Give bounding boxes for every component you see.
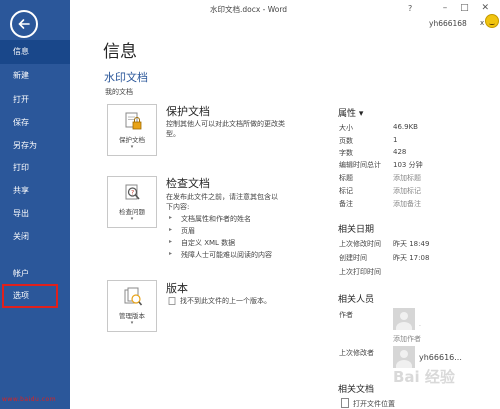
list-item: 自定义 XML 数据 xyxy=(169,238,235,248)
back-arrow-icon[interactable] xyxy=(10,10,38,38)
window-title: 水印文档.docx - Word xyxy=(210,5,288,14)
account-caret[interactable]: x xyxy=(480,19,484,27)
sidebar-item-save[interactable]: 保存 xyxy=(0,111,70,135)
arrow-left-icon xyxy=(18,19,30,29)
sidebar-item-account[interactable]: 帐户 xyxy=(0,262,70,286)
protect-document-tile-label: 保护文档 xyxy=(119,136,145,144)
chevron-down-icon: ▾ xyxy=(130,144,134,150)
manage-versions-tile-label: 管理版本 xyxy=(119,312,145,320)
prop-value-pages: 1 xyxy=(393,136,398,144)
avatar[interactable] xyxy=(485,14,499,28)
manage-versions-button[interactable]: 管理版本 ▾ xyxy=(107,280,157,332)
sidebar-item-info[interactable]: 信息 xyxy=(0,40,70,64)
date-value-modified: 昨天 18:49 xyxy=(393,240,430,248)
prop-label-pages: 页数 xyxy=(339,137,353,145)
title-bar: 水印文档.docx - Word ? – □ ✕ yh666168 x xyxy=(70,0,500,40)
properties-header[interactable]: 属性 ▾ xyxy=(338,106,363,119)
list-item: 页眉 xyxy=(169,226,195,236)
sidebar-item-open[interactable]: 打开 xyxy=(0,88,70,112)
sidebar-footer-text: www.baidu.com xyxy=(2,396,57,403)
protect-document-title: 保护文档 xyxy=(166,105,210,118)
date-label-created: 创建时间 xyxy=(339,254,367,262)
prop-value-edit-time: 103 分钟 xyxy=(393,161,423,169)
prop-value-words: 428 xyxy=(393,148,407,156)
sidebar-item-close[interactable]: 关闭 xyxy=(0,225,70,249)
help-button[interactable]: ? xyxy=(408,4,412,13)
protect-document-desc-1: 控制其他人可以对此文档所做的更改类 xyxy=(166,120,285,128)
date-label-printed: 上次打印时间 xyxy=(339,268,381,276)
check-for-issues-button[interactable]: ? 检查问题 ▾ xyxy=(107,176,157,228)
sidebar-item-share[interactable]: 共享 xyxy=(0,179,70,203)
versions-icon xyxy=(124,287,143,306)
watermark-text: Bai 经验 xyxy=(393,368,455,386)
sidebar-item-options[interactable]: 选项 xyxy=(2,284,58,308)
prop-value-size: 46.9KB xyxy=(393,123,418,131)
versions-title: 版本 xyxy=(166,282,188,295)
related-documents-header: 相关文档 xyxy=(338,385,375,395)
prop-label-edit-time: 编辑时间总计 xyxy=(339,161,381,169)
author-label: 作者 xyxy=(339,311,353,319)
inspect-document-desc-1: 在发布此文件之前，请注意其包含以 xyxy=(166,193,278,201)
versions-desc: 找不到此文件的上一个版本。 xyxy=(180,297,271,305)
window-controls[interactable]: – □ ✕ xyxy=(443,3,494,13)
prop-label-title: 标题 xyxy=(339,174,353,182)
last-modified-avatar xyxy=(393,346,415,368)
related-dates-header: 相关日期 xyxy=(338,225,375,235)
sidebar-item-new[interactable]: 新建 xyxy=(0,64,70,88)
folder-icon xyxy=(341,398,349,408)
lock-document-icon xyxy=(125,112,142,130)
inspect-document-title: 检查文档 xyxy=(166,177,210,190)
date-value-created: 昨天 17:08 xyxy=(393,254,430,262)
add-comments-field[interactable]: 添加备注 xyxy=(393,199,421,209)
add-author-link[interactable]: 添加作者 xyxy=(393,334,421,344)
document-title: 水印文档 xyxy=(104,71,148,84)
add-tags-field[interactable]: 添加标记 xyxy=(393,186,421,196)
protect-document-button[interactable]: 保护文档 ▾ xyxy=(107,104,157,156)
add-title-field[interactable]: 添加标题 xyxy=(393,173,421,183)
open-file-location-link[interactable]: 打开文件位置 xyxy=(353,399,395,409)
protect-document-desc-2: 型。 xyxy=(166,130,180,138)
inspect-document-desc-2: 下内容: xyxy=(166,203,190,211)
chevron-down-icon: ▾ xyxy=(130,320,134,326)
date-label-modified: 上次修改时间 xyxy=(339,240,381,248)
svg-text:?: ? xyxy=(131,190,134,197)
document-path[interactable]: 我的文档 xyxy=(105,87,133,97)
last-modified-by-label: 上次修改者 xyxy=(339,349,374,357)
list-item: 文档属性和作者的姓名 xyxy=(169,214,251,224)
page-title: 信息 xyxy=(103,42,137,62)
document-small-icon xyxy=(168,297,176,305)
account-name[interactable]: yh666168 xyxy=(429,19,467,28)
prop-label-words: 字数 xyxy=(339,149,353,157)
check-for-issues-tile-label: 检查问题 xyxy=(119,208,145,216)
backstage-sidebar: 信息 新建 打开 保存 另存为 打印 共享 导出 关闭 帐户 选项 www.ba… xyxy=(0,0,70,409)
prop-label-tags: 标记 xyxy=(339,187,353,195)
related-people-header: 相关人员 xyxy=(338,295,375,305)
prop-label-comments: 备注 xyxy=(339,200,353,208)
prop-label-size: 大小 xyxy=(339,124,353,132)
sidebar-item-save-as[interactable]: 另存为 xyxy=(0,134,70,158)
sidebar-item-print[interactable]: 打印 xyxy=(0,156,70,180)
author-avatar xyxy=(393,308,415,330)
chevron-down-icon: ▾ xyxy=(130,216,134,222)
sidebar-item-export[interactable]: 导出 xyxy=(0,202,70,226)
last-modified-name: yh66616... xyxy=(419,353,462,362)
author-name-placeholder: · xyxy=(419,323,421,330)
list-item: 残障人士可能难以阅读的内容 xyxy=(169,250,272,260)
inspect-document-icon: ? xyxy=(125,184,140,200)
